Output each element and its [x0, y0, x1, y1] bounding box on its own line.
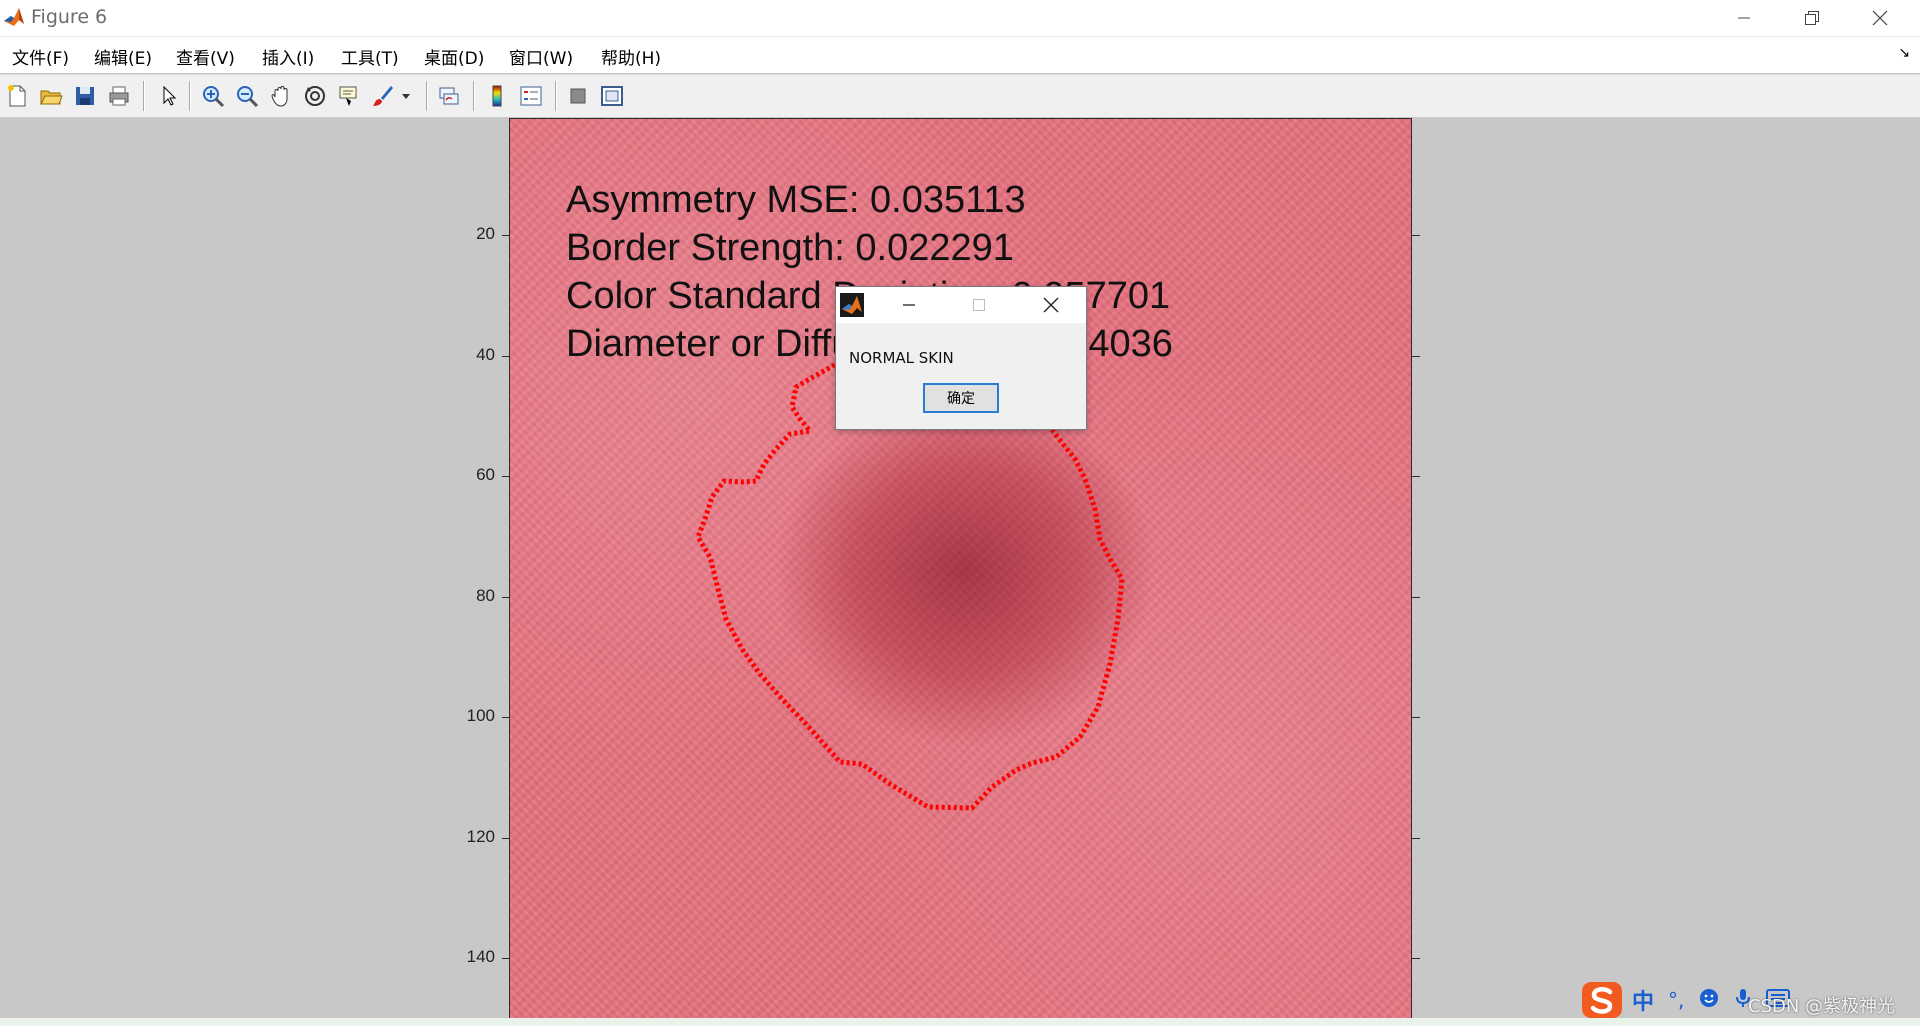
brush-icon[interactable] — [368, 81, 398, 111]
y-tick-mark-right — [1412, 596, 1420, 598]
rotate-3d-icon[interactable] — [300, 81, 330, 111]
asymmetry-mse-text: Asymmetry MSE: 0.035113 — [566, 179, 1026, 221]
y-tick-label: 140 — [466, 947, 495, 966]
toolbar-separator — [473, 81, 474, 111]
y-tick-label: 120 — [466, 826, 495, 846]
dialog-maximize-button — [954, 287, 1004, 323]
y-tick-mark-right — [1412, 355, 1420, 357]
message-box-dialog: NORMAL SKIN 确定 — [835, 286, 1087, 430]
dialog-message: NORMAL SKIN — [849, 349, 954, 367]
maximize-icon — [973, 299, 985, 311]
print-icon[interactable] — [104, 81, 134, 111]
toolbar-separator — [426, 81, 427, 111]
close-icon — [1043, 297, 1059, 313]
dialog-title-bar[interactable] — [836, 287, 1086, 323]
toolbar-separator — [189, 81, 190, 111]
y-tick-mark-right — [1412, 235, 1420, 236]
minimize-button[interactable] — [1710, 0, 1778, 36]
y-tick-mark-right — [1412, 837, 1420, 839]
menu-window[interactable]: 窗口(W) — [509, 44, 573, 69]
window-title-bar: Figure 6 — [0, 0, 1920, 37]
dialog-minimize-button[interactable] — [884, 287, 934, 323]
border-strength-text: Border Strength: 0.022291 — [566, 227, 1014, 269]
menu-view[interactable]: 查看(V) — [176, 44, 235, 69]
link-plot-icon[interactable] — [434, 81, 464, 111]
new-figure-icon[interactable] — [2, 81, 32, 111]
save-icon[interactable] — [70, 81, 100, 111]
legend-icon[interactable] — [516, 81, 546, 111]
menu-insert[interactable]: 插入(I) — [262, 44, 314, 69]
restore-button[interactable] — [1778, 0, 1846, 36]
sogou-logo-icon[interactable] — [1580, 980, 1624, 1020]
ok-button[interactable]: 确定 — [923, 383, 999, 413]
zoom-out-icon[interactable] — [232, 81, 262, 111]
minimize-icon — [1738, 17, 1750, 19]
y-tick-label: 80 — [476, 585, 495, 605]
open-file-icon[interactable] — [36, 81, 66, 111]
image-axes[interactable]: Asymmetry MSE: 0.035113 Border Strength:… — [509, 118, 1412, 1026]
menu-file[interactable]: 文件(F) — [12, 44, 69, 69]
taskbar-edge — [0, 1018, 1920, 1026]
menu-edit[interactable]: 编辑(E) — [94, 44, 152, 69]
matlab-logo-icon — [840, 293, 864, 317]
edit-plot-arrow-icon[interactable] — [153, 81, 183, 111]
emoji-icon[interactable] — [1698, 987, 1720, 1014]
zoom-in-icon[interactable] — [198, 81, 228, 111]
y-tick-label: 100 — [466, 706, 495, 725]
figure-toolbar — [0, 74, 1920, 118]
close-button[interactable] — [1846, 0, 1914, 36]
y-tick-mark-right — [1412, 958, 1420, 959]
brush-dropdown-icon[interactable] — [398, 81, 414, 111]
show-plot-tools-icon[interactable] — [597, 81, 627, 111]
toolbar-separator — [143, 81, 144, 111]
hide-plot-tools-icon[interactable] — [563, 81, 593, 111]
menu-bar: 文件(F) 编辑(E) 查看(V) 插入(I) 工具(T) 桌面(D) 窗口(W… — [0, 37, 1920, 73]
close-icon — [1872, 10, 1888, 26]
window-title: Figure 6 — [31, 6, 108, 28]
csdn-watermark: CSDN @紫极神光 — [1748, 996, 1896, 1017]
toolbar-separator — [555, 81, 556, 111]
menu-help[interactable]: 帮助(H) — [601, 44, 661, 69]
menu-desktop[interactable]: 桌面(D) — [424, 44, 484, 69]
data-cursor-icon[interactable] — [334, 81, 364, 111]
y-tick-label: 40 — [476, 344, 495, 364]
ime-punctuation-label[interactable]: °, — [1668, 988, 1684, 1012]
dock-figure-icon[interactable]: ↘ — [1898, 45, 1910, 61]
dialog-close-button[interactable] — [1026, 287, 1076, 323]
minimize-icon — [903, 304, 915, 306]
y-tick-mark-right — [1412, 476, 1420, 477]
ime-mode-label[interactable]: 中 — [1632, 984, 1654, 1016]
y-tick-label: 60 — [476, 465, 495, 484]
matlab-logo-icon — [2, 5, 26, 29]
y-tick-label: 20 — [476, 224, 495, 243]
y-tick-mark-right — [1412, 717, 1420, 718]
pan-hand-icon[interactable] — [266, 81, 296, 111]
colorbar-icon[interactable] — [482, 81, 512, 111]
restore-icon — [1805, 11, 1819, 25]
menu-tools[interactable]: 工具(T) — [341, 44, 399, 69]
